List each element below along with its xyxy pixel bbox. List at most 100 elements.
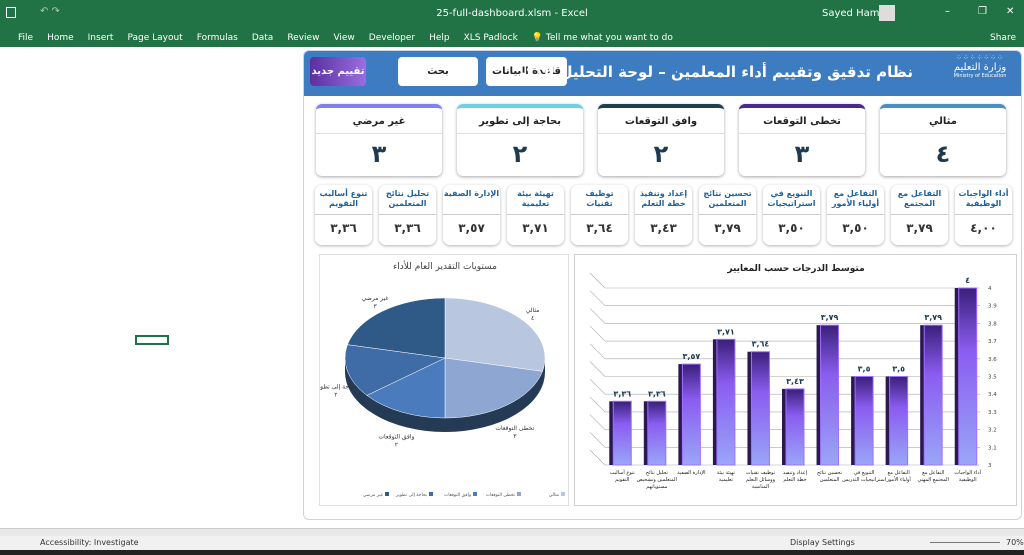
bar [716,338,736,466]
criterion-card: تنوع أساليب التقويم ٣,٣٦ [315,185,372,245]
kpi-value: ٣ [794,140,810,168]
title-bar: ↶ ↷ 25-full-dashboard.xlsm - Excel Sayed… [0,0,1024,28]
pie-title: مستويات التقدير العام للأداء [393,260,497,272]
bar-side [920,325,925,465]
kpi-label: تخطى التوقعات [739,108,865,134]
bar-side [678,364,683,465]
tab-page-layout[interactable]: Page Layout [127,33,182,43]
kpi-card: غير مرضي ٣ [316,104,442,176]
x-tick-label: ووسائل التعلم [746,477,776,483]
x-tick-label: تحليل نتائج [646,470,669,476]
bar [785,388,805,466]
bar-data-label: ٣,٧٩ [821,313,839,322]
bar-side [643,401,648,465]
criterion-value: ٣,٣٦ [394,221,421,235]
tab-xls-padlock[interactable]: XLS Padlock [464,33,518,43]
tab-data[interactable]: Data [252,33,274,43]
bar-data-label: ٣,٧٩ [924,313,942,322]
pie-data-label: تخطى التوقعات [495,425,534,432]
criterion-card: إعداد وتنفيذ خطة التعلم ٣,٤٣ [635,185,692,245]
tell-me-input[interactable]: 💡 Tell me what you want to do [532,33,673,43]
tab-review[interactable]: Review [287,33,319,43]
x-tick-label: استراتيجيات التدريس [842,477,886,483]
bar-data-label: ٣,٤٣ [786,377,804,386]
criterion-label: إعداد وتنفيذ خطة التعلم [635,185,692,215]
avatar [879,5,895,21]
share-button[interactable]: Share [990,33,1016,43]
gridline [589,290,606,306]
legend-label: وافق التوقعات [444,493,471,498]
x-tick-label: الإدارة الصفية [677,470,705,476]
minimize-button[interactable]: – [945,6,950,17]
bar-data-label: ٣,٣٦ [648,389,666,398]
gridline [589,449,606,466]
criterion-label: تحليل نتائج المتعلمين [379,185,436,215]
page-title: نظام تدقيق وتقييم أداء المعلمين – لوحة ا… [510,63,913,81]
kpi-label: وافق التوقعات [598,108,724,134]
kpi-card: تخطى التوقعات ٣ [739,104,865,176]
horizontal-scrollbar[interactable] [0,528,1024,536]
criterion-label: أداء الواجبات الوظيفية [955,185,1012,215]
criterion-label: التفاعل مع المجتمع [891,185,948,215]
criterion-value: ٣,٧١ [522,221,549,235]
display-settings[interactable]: Display Settings [790,538,855,547]
accessibility-status[interactable]: Accessibility: Investigate [40,538,139,547]
criterion-label: توظيف تقنيات [571,185,628,215]
x-tick-label: التنويع في [854,470,875,476]
ribbon-tabs: File Home Insert Page Layout Formulas Da… [0,28,1024,47]
pie-data-value: ٢ [395,442,398,449]
y-tick-label: 3.1 [988,445,997,451]
logo-text-en: Ministry of Education [953,73,1007,79]
tab-home[interactable]: Home [47,33,74,43]
y-tick-label: 3.2 [988,428,997,434]
close-button[interactable]: ✕ [1006,6,1014,17]
tab-view[interactable]: View [333,33,354,43]
y-tick-label: 3.9 [988,304,997,310]
bar [889,376,909,466]
x-tick-label: تعليمية [719,477,734,483]
criterion-card: التفاعل مع المجتمع ٣,٧٩ [891,185,948,245]
new-evaluation-button[interactable]: تقييم جديد [310,57,366,86]
maximize-button[interactable]: ❐ [978,6,987,17]
x-tick-label: خطة التعلم [783,477,806,483]
bar-data-label: ٣,٥ [858,365,871,374]
x-tick-label: المتعلمين وتشخيص [637,477,677,483]
search-button[interactable]: بحث [398,57,478,86]
tab-help[interactable]: Help [429,33,450,43]
criterion-label: تنوع أساليب التقويم [315,185,372,215]
tab-file[interactable]: File [18,33,33,43]
zoom-level: 70% [1006,538,1024,547]
selected-cell[interactable] [135,335,169,345]
bar-data-label: ٣,٥٧ [683,352,701,361]
dashboard: تقييم جديد بحث قاعدة البيانات نظام تدقيق… [303,50,1022,520]
criterion-card: التفاعل مع أولياء الأمور ٣,٥٠ [827,185,884,245]
tab-developer[interactable]: Developer [369,33,415,43]
y-tick-label: 3.3 [988,410,997,416]
x-tick-label: أداء الواجبات [954,469,981,476]
kpi-label: غير مرضي [316,108,442,134]
zoom-slider[interactable] [930,542,1000,543]
criterion-value: ٤,٠٠ [970,221,997,235]
bar-title: متوسط الدرجات حسب المعايير [726,264,864,274]
x-tick-label: تنوع أساليب [610,469,636,476]
gridline [589,361,606,377]
kpi-card: وافق التوقعات ٢ [598,104,724,176]
kpi-label: مثالي [880,108,1006,134]
tab-insert[interactable]: Insert [88,33,114,43]
bar [750,351,770,466]
y-tick-label: 3.7 [988,339,997,345]
bar-side [885,376,890,465]
kpi-value: ٤ [935,140,951,168]
criterion-card: الإدارة الصفية ٣,٥٧ [443,185,500,245]
gridline [589,343,606,360]
pie-data-label: بحاجة إلى تطوير [320,383,357,390]
bar-data-label: ٣,٣٦ [613,389,631,398]
x-tick-label: المتعلمين [820,477,840,483]
tab-formulas[interactable]: Formulas [197,33,238,43]
pie-data-label: مثالي [526,307,540,314]
taskbar-strip [0,550,1024,555]
criterion-value: ٣,٥٠ [778,221,805,235]
criterion-value: ٣,٦٤ [586,221,613,235]
kpi-value: ٢ [653,140,669,168]
gridline [589,414,606,430]
